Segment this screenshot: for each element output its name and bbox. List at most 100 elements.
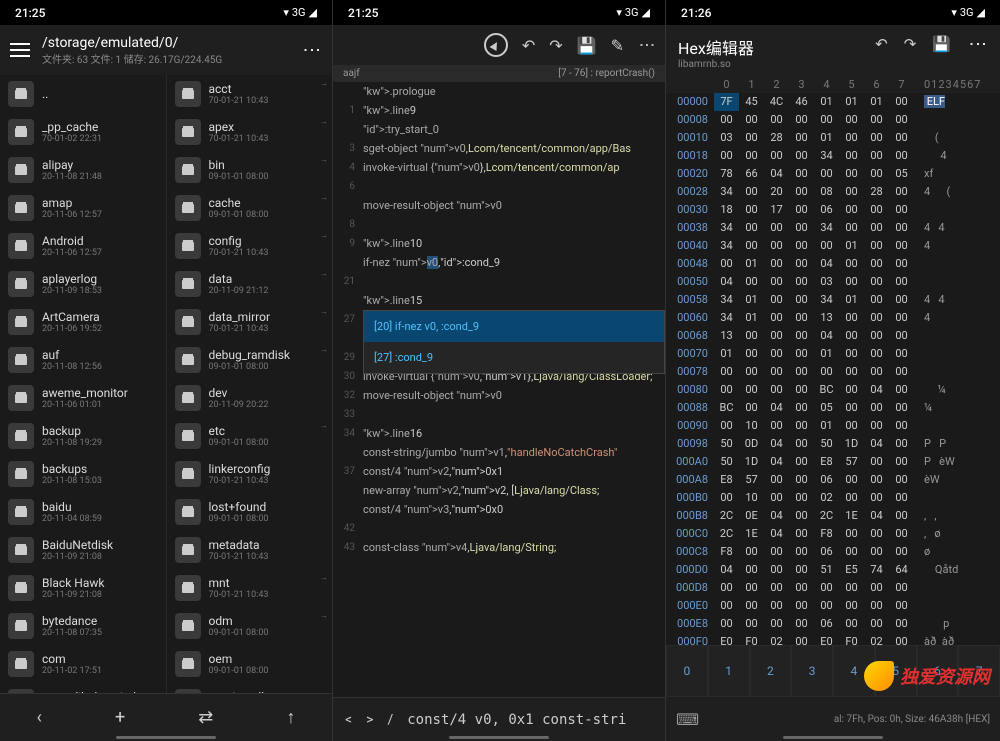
keypad-key[interactable]: 0 (666, 645, 708, 697)
hex-row[interactable]: 000D00400000051E57464 Qåtd (666, 561, 1000, 579)
folder-item[interactable]: backups20-11-08 15:03 (0, 455, 166, 493)
folder-item[interactable]: auf20-11-08 12:56 (0, 341, 166, 379)
folder-item[interactable]: metadata70-01-21 10:43 (167, 531, 333, 569)
compass-icon[interactable] (484, 33, 508, 57)
next-icon[interactable]: > (366, 712, 373, 728)
hex-body[interactable]: 000007F454C4601010100 ELF000080000000000… (666, 93, 1000, 648)
hex-row[interactable]: 000C02C1E0400F8000000, ø (666, 525, 1000, 543)
keypad-key[interactable]: 1 (708, 645, 750, 697)
folder-item[interactable]: dev20-11-09 20:22 (167, 379, 333, 417)
overflow-icon[interactable]: ⋮ (638, 37, 657, 53)
hex-row[interactable]: 000180000000034000000 4 (666, 147, 1000, 165)
hex-status: ⌨ al: 7Fh, Pos: 0h, Size: 46A38h [HEX] (666, 697, 1000, 741)
folder-item[interactable]: aweme_monitor20-11-06 01:01 (0, 379, 166, 417)
hex-row[interactable]: 000E80000000006000000 p (666, 615, 1000, 633)
folder-item[interactable]: oem09-01-01 08:00 (167, 645, 333, 683)
hex-row[interactable]: 000207866040000000005xf (666, 165, 1000, 183)
folder-item[interactable]: _pp_cache70-01-02 22:31 (0, 113, 166, 151)
hex-row[interactable]: 000500400000003000000 (666, 273, 1000, 291)
hex-row[interactable]: 00098500D0400501D0400P P (666, 435, 1000, 453)
save-icon[interactable]: 💾 (932, 35, 951, 53)
hex-row[interactable]: 000B00010000002000000 (666, 489, 1000, 507)
folder-item[interactable]: BaiduNetdisk20-11-09 21:08 (0, 531, 166, 569)
folder-icon (8, 309, 34, 335)
hex-row[interactable]: 000A8E857000006000000èW (666, 471, 1000, 489)
hex-row[interactable]: 000480001000004000000 (666, 255, 1000, 273)
file-list: .. _pp_cache70-01-02 22:31 alipay20-11-0… (0, 75, 332, 695)
folder-item[interactable]: amap20-11-06 12:57 (0, 189, 166, 227)
keyboard-icon[interactable]: ⌨ (676, 710, 699, 729)
keypad-key[interactable]: 2 (750, 645, 792, 697)
folder-item[interactable]: aplayerlog20-11-09 18:53 (0, 265, 166, 303)
popup-item[interactable]: [20] if-nez v0, :cond_9 (364, 311, 664, 342)
folder-item[interactable]: data_mirror70-01-21 10:43 → (167, 303, 333, 341)
hex-row[interactable]: 0002834002000080028004 ( (666, 183, 1000, 201)
folder-item[interactable]: Black Hawk20-11-09 21:08 (0, 569, 166, 607)
overflow-icon[interactable]: ⋮ (301, 41, 322, 59)
folder-item[interactable]: etc09-01-01 08:00 → (167, 417, 333, 455)
folder-icon (175, 537, 201, 563)
popup-item[interactable]: [27] :cond_9 (364, 342, 664, 373)
hex-row[interactable]: 000007F454C4601010100 ELF (666, 93, 1000, 111)
hex-row[interactable]: 0003834000000340000004 4 (666, 219, 1000, 237)
slash-icon[interactable]: / (387, 712, 393, 728)
hex-row[interactable]: 000681300000004000000 (666, 327, 1000, 345)
folder-item[interactable]: com20-11-02 17:51 (0, 645, 166, 683)
folder-item[interactable]: linkerconfig70-01-21 10:43 (167, 455, 333, 493)
redo-icon[interactable]: ↷ (549, 36, 562, 55)
folder-item[interactable]: debug_ramdisk09-01-01 08:00 → (167, 341, 333, 379)
undo-icon[interactable]: ↶ (875, 35, 888, 53)
folder-item[interactable]: alipay20-11-08 21:48 (0, 151, 166, 189)
hex-row[interactable]: 000080000000000000000 (666, 111, 1000, 129)
hex-row[interactable]: 000A0501D0400E8570000P èW (666, 453, 1000, 471)
folder-item[interactable]: acct70-01-21 10:43 → (167, 75, 333, 113)
menu-icon[interactable] (10, 43, 30, 57)
folder-item[interactable]: .. (0, 75, 166, 113)
hex-row[interactable]: 0005834010000340100004 4 (666, 291, 1000, 309)
hex-row[interactable]: 000C8F800000006000000ø (666, 543, 1000, 561)
editor-tab[interactable]: aajf [7 - 76] : reportCrash() (333, 65, 665, 82)
hex-row[interactable]: 000E00000000000000000 (666, 597, 1000, 615)
folder-item[interactable]: config70-01-21 10:43 → (167, 227, 333, 265)
forward-icon[interactable]: ⇄ (198, 707, 213, 728)
hex-row[interactable]: 00088BC00040005000000¼ (666, 399, 1000, 417)
hex-row[interactable]: 000100300280001000000 ( (666, 129, 1000, 147)
up-icon[interactable]: ↑ (286, 707, 295, 728)
add-icon[interactable]: + (115, 707, 125, 728)
hex-row[interactable]: 000B82C0E04002C1E0400, , (666, 507, 1000, 525)
path-title[interactable]: /storage/emulated/0/ (42, 35, 289, 51)
folder-item[interactable]: Android20-11-06 12:57 (0, 227, 166, 265)
save-icon[interactable]: 💾 (577, 36, 597, 55)
hex-row[interactable]: 0006034010000130000004 (666, 309, 1000, 327)
keypad-key[interactable]: 3 (791, 645, 833, 697)
folder-item[interactable]: baidu20-11-04 08:59 (0, 493, 166, 531)
hex-row[interactable]: 000900010000001000000 (666, 417, 1000, 435)
watermark: 独爱资源网 (864, 661, 990, 691)
overflow-icon[interactable]: ⋮ (967, 35, 988, 53)
edit-icon[interactable]: ✎ (611, 36, 624, 55)
hex-row[interactable]: 0004034000000000100004 (666, 237, 1000, 255)
folder-icon (175, 271, 201, 297)
undo-icon[interactable]: ↶ (522, 36, 535, 55)
prev-icon[interactable]: < (345, 712, 352, 728)
folder-item[interactable]: bin09-01-01 08:00 → (167, 151, 333, 189)
folder-item[interactable]: apex70-01-21 10:43 → (167, 113, 333, 151)
folder-item[interactable]: data20-11-09 21:12 → (167, 265, 333, 303)
hex-row[interactable]: 000D80000000000000000 (666, 579, 1000, 597)
folder-item[interactable]: odm09-01-01 08:00 → (167, 607, 333, 645)
folder-item[interactable]: mnt70-01-21 10:43 → (167, 569, 333, 607)
hex-row[interactable]: 000700100000001000000 (666, 345, 1000, 363)
folder-item[interactable]: ArtCamera20-11-06 19:52 (0, 303, 166, 341)
folder-item[interactable]: bytedance20-11-08 07:35 (0, 607, 166, 645)
back-icon[interactable]: ‹ (37, 707, 42, 728)
code-area[interactable]: "kw">.prologue1"kw">.line 9"id">:try_sta… (333, 82, 665, 652)
hex-row[interactable]: 000301800170006000000 (666, 201, 1000, 219)
autocomplete-popup[interactable]: [20] if-nez v0, :cond_9[27] :cond_9 (363, 310, 665, 374)
folder-item[interactable]: backup20-11-08 19:29 (0, 417, 166, 455)
hex-row[interactable]: 000780000000000000000 (666, 363, 1000, 381)
folder-icon (175, 575, 201, 601)
hex-row[interactable]: 0008000000000BC000400 ¼ (666, 381, 1000, 399)
folder-item[interactable]: lost+found09-01-01 08:00 (167, 493, 333, 531)
redo-icon[interactable]: ↷ (904, 35, 917, 53)
folder-item[interactable]: cache09-01-01 08:00 → (167, 189, 333, 227)
